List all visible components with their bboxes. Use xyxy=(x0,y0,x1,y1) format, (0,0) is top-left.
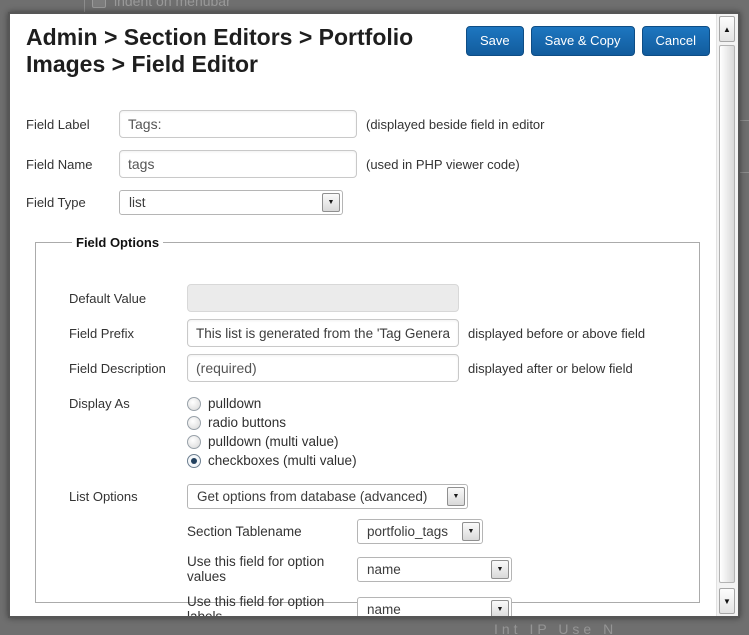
radio-option-label: pulldown xyxy=(208,396,262,411)
default-value-row: Default Value xyxy=(69,284,699,312)
chevron-down-icon[interactable]: ▼ xyxy=(491,599,509,616)
chevron-down-icon[interactable]: ▼ xyxy=(462,522,480,541)
field-type-row: Field Type list ▼ xyxy=(26,190,710,215)
dialog-scrollbar[interactable]: ▲ ▼ xyxy=(716,14,738,616)
dialog-header: Admin > Section Editors > Portfolio Imag… xyxy=(26,24,710,78)
field-prefix-input[interactable] xyxy=(187,319,459,347)
field-label-input[interactable] xyxy=(119,110,357,138)
background-bottom-text: Int IP Use N xyxy=(494,621,618,635)
radio-option-label: radio buttons xyxy=(208,415,287,430)
background-menubar-text: indent on menubar xyxy=(114,0,231,9)
section-tablename-select[interactable]: portfolio_tags ▼ xyxy=(357,519,483,544)
chevron-down-icon[interactable]: ▼ xyxy=(322,193,340,212)
field-description-label: Field Description xyxy=(69,360,166,376)
field-type-selected-value: list xyxy=(129,195,146,210)
action-buttons: Save Save & Copy Cancel xyxy=(466,26,710,56)
radio-option-label: pulldown (multi value) xyxy=(208,434,339,449)
save-and-copy-button[interactable]: Save & Copy xyxy=(530,26,635,56)
field-prefix-label: Field Prefix xyxy=(69,325,135,341)
scroll-up-icon[interactable]: ▲ xyxy=(719,16,735,42)
option-labels-select[interactable]: name ▼ xyxy=(357,596,512,617)
field-label-row: Field Label (displayed beside field in e… xyxy=(26,110,710,138)
field-prefix-row: Field Prefix displayed before or above f… xyxy=(69,319,699,347)
field-name-input[interactable] xyxy=(119,150,357,178)
default-value-input[interactable] xyxy=(187,284,459,312)
option-labels-selected-value: name xyxy=(367,601,401,617)
field-editor-dialog: Admin > Section Editors > Portfolio Imag… xyxy=(8,12,740,618)
save-button[interactable]: Save xyxy=(466,26,524,56)
radio-option-pulldown[interactable]: pulldown xyxy=(187,396,357,411)
dialog-content: Admin > Section Editors > Portfolio Imag… xyxy=(10,14,716,616)
radio-option-radio-buttons[interactable]: radio buttons xyxy=(187,415,357,430)
field-options-fieldset: Field Options Default Value Field Prefix… xyxy=(35,235,700,616)
field-description-input[interactable] xyxy=(187,354,459,382)
background-line xyxy=(739,172,749,173)
radio-icon[interactable] xyxy=(187,434,201,449)
radio-option-checkboxes-multi[interactable]: checkboxes (multi value) xyxy=(187,453,357,468)
field-options-legend: Field Options xyxy=(76,235,160,250)
default-value-label: Default Value xyxy=(69,290,147,306)
radio-option-pulldown-multi[interactable]: pulldown (multi value) xyxy=(187,434,357,449)
radio-icon[interactable] xyxy=(187,396,201,411)
list-options-label: List Options xyxy=(69,489,138,504)
radio-selected-icon[interactable] xyxy=(187,453,201,468)
field-label-note: (displayed beside field in editor xyxy=(366,116,545,132)
field-type-select[interactable]: list ▼ xyxy=(119,190,343,215)
background-checkbox-icon xyxy=(92,0,106,8)
field-name-label: Field Name xyxy=(26,156,93,172)
field-name-note: (used in PHP viewer code) xyxy=(366,156,520,172)
chevron-down-icon[interactable]: ▼ xyxy=(491,559,509,579)
list-options-subrows: Section Tablename portfolio_tags ▼ Use t… xyxy=(187,519,699,616)
section-tablename-selected-value: portfolio_tags xyxy=(367,524,449,539)
field-description-note: displayed after or below field xyxy=(468,360,633,376)
section-tablename-row: Section Tablename portfolio_tags ▼ xyxy=(187,519,699,544)
scrollbar-thumb[interactable] xyxy=(719,45,735,583)
page-title: Admin > Section Editors > Portfolio Imag… xyxy=(26,24,414,77)
field-label-label: Field Label xyxy=(26,116,90,132)
list-options-selected-value: Get options from database (advanced) xyxy=(197,489,428,504)
field-description-row: Field Description displayed after or bel… xyxy=(69,354,699,382)
cancel-button[interactable]: Cancel xyxy=(641,26,710,56)
chevron-down-icon[interactable]: ▼ xyxy=(447,487,465,506)
display-as-label: Display As xyxy=(69,396,130,411)
option-labels-label: Use this field for option labels xyxy=(187,594,325,616)
list-options-select[interactable]: Get options from database (advanced) ▼ xyxy=(187,484,468,509)
display-as-row: Display As pulldown radio buttons pulldo… xyxy=(69,396,699,468)
scroll-down-icon[interactable]: ▼ xyxy=(719,588,735,614)
list-options-row: List Options Get options from database (… xyxy=(69,484,699,509)
option-values-select[interactable]: name ▼ xyxy=(357,556,512,582)
section-tablename-label: Section Tablename xyxy=(187,524,302,539)
field-name-row: Field Name (used in PHP viewer code) xyxy=(26,150,710,178)
radio-icon[interactable] xyxy=(187,415,201,430)
option-values-row: Use this field for option values name ▼ xyxy=(187,554,699,584)
background-line xyxy=(739,120,749,121)
field-prefix-note: displayed before or above field xyxy=(468,325,646,341)
field-type-label: Field Type xyxy=(26,195,86,210)
option-values-selected-value: name xyxy=(367,561,401,577)
display-as-radio-group: pulldown radio buttons pulldown (multi v… xyxy=(187,396,357,468)
option-values-label: Use this field for option values xyxy=(187,554,325,584)
radio-option-label: checkboxes (multi value) xyxy=(208,453,357,468)
option-labels-row: Use this field for option labels name ▼ xyxy=(187,594,699,616)
